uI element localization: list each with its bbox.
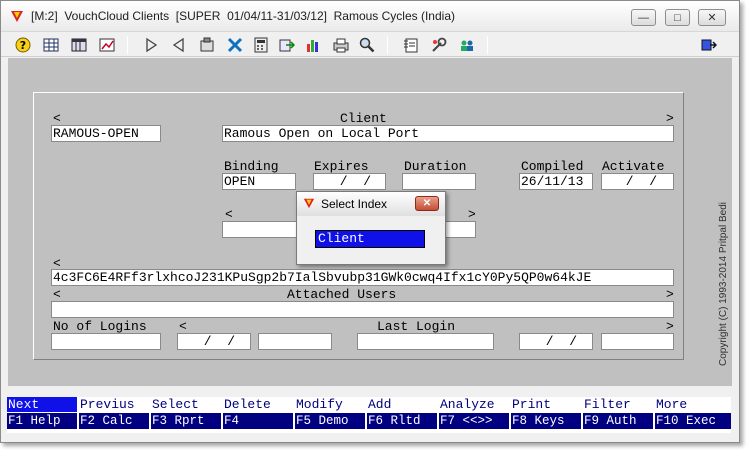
dialog-title: Select Index	[321, 197, 388, 211]
scroll-left-indicator[interactable]: <	[53, 111, 61, 126]
logins-label: No of Logins	[53, 319, 147, 334]
app-logo-icon	[303, 198, 315, 209]
calculator-icon[interactable]	[251, 35, 271, 54]
grid-icon[interactable]	[41, 35, 61, 54]
filter-icon[interactable]	[197, 35, 217, 54]
binding-field[interactable]: OPEN	[222, 173, 296, 190]
activate-label: Activate	[602, 159, 665, 174]
toolbar: ?	[1, 31, 739, 57]
fkey-select[interactable]: Select F3 Rprt	[151, 397, 223, 433]
fkey-more[interactable]: More F10 Exec	[655, 397, 731, 433]
table-icon[interactable]	[69, 35, 89, 54]
fkey-action-label: Analyze	[439, 397, 509, 412]
fkey-print[interactable]: Print F8 Keys	[511, 397, 583, 433]
fkey-shortcut-label: F3 Rprt	[151, 413, 221, 429]
fkey-modify[interactable]: Modify F5 Demo	[295, 397, 367, 433]
attached-users-label: Attached Users	[287, 287, 397, 302]
fkey-action-label: Modify	[295, 397, 365, 412]
client-header-label: Client	[340, 111, 387, 126]
fkey-action-label: Print	[511, 397, 581, 412]
attached-users-field[interactable]	[51, 301, 674, 318]
last-login-time-field[interactable]	[601, 333, 674, 350]
fkey-action-label: More	[655, 397, 731, 412]
exit-icon[interactable]	[699, 35, 719, 54]
fkey-shortcut-label: F6 Rltd	[367, 413, 437, 429]
activate-field[interactable]: / /	[601, 173, 674, 190]
fkey-previous[interactable]: Previus F2 Calc	[79, 397, 151, 433]
fkey-shortcut-label: F1 Help	[7, 413, 77, 429]
last-login-field[interactable]	[357, 333, 494, 350]
dialog-title-bar[interactable]: Select Index ✕	[297, 192, 445, 216]
login-time-field[interactable]	[258, 333, 332, 350]
fkey-shortcut-label: F10 Exec	[655, 413, 731, 429]
binding-label: Binding	[224, 159, 279, 174]
fkey-add[interactable]: Add F6 Rltd	[367, 397, 439, 433]
duration-field[interactable]	[402, 173, 476, 190]
last-login-date-field[interactable]: / /	[519, 333, 593, 350]
fkey-action-label: Previus	[79, 397, 149, 412]
bar-chart-icon[interactable]	[303, 35, 323, 54]
logins-count-field[interactable]	[51, 333, 161, 350]
select-index-dialog: Select Index ✕ Client	[296, 191, 446, 265]
fkey-shortcut-label: F8 Keys	[511, 413, 581, 429]
fkey-filter[interactable]: Filter F9 Auth	[583, 397, 655, 433]
compiled-field[interactable]: 26/11/13	[519, 173, 593, 190]
print-icon[interactable]	[331, 35, 351, 54]
close-icon: ✕	[422, 198, 432, 209]
fkey-delete[interactable]: Delete F4	[223, 397, 295, 433]
fkey-shortcut-label: F5 Demo	[295, 413, 365, 429]
fkey-shortcut-label: F4	[223, 413, 293, 429]
client-name-field[interactable]: Ramous Open on Local Port	[222, 125, 674, 142]
fkey-action-label: Select	[151, 397, 221, 412]
fkey-action-label: Delete	[223, 397, 293, 412]
fkey-shortcut-label: F9 Auth	[583, 413, 653, 429]
title-bar[interactable]: [M:2] VouchCloud Clients [SUPER 01/04/11…	[1, 1, 739, 31]
users-icon[interactable]	[457, 35, 477, 54]
fkey-action-label: Filter	[583, 397, 653, 412]
maximize-button[interactable]: □	[665, 9, 690, 26]
prev-arrow-icon[interactable]	[169, 35, 189, 54]
expires-label: Expires	[314, 159, 369, 174]
scroll-left-indicator-mid[interactable]: <	[225, 207, 233, 222]
users-scroll-left[interactable]: <	[53, 287, 61, 302]
close-icon: ✕	[707, 12, 717, 24]
function-key-bar: Next F1 Help Previus F2 Calc Select F3 Rprt…	[7, 397, 731, 433]
scroll-right-indicator[interactable]: >	[666, 111, 674, 126]
login-date-field[interactable]: / /	[177, 333, 251, 350]
minimize-button[interactable]: —	[631, 9, 656, 26]
settings-icon[interactable]	[429, 35, 449, 54]
close-button[interactable]: ✕	[698, 9, 726, 26]
fkey-next[interactable]: Next F1 Help	[7, 397, 79, 433]
last-login-label: Last Login	[377, 319, 456, 334]
window-title: [M:2] VouchCloud Clients [SUPER 01/04/11…	[31, 9, 455, 23]
fkey-analyze[interactable]: Analyze F7 <<>>	[439, 397, 511, 433]
tools-icon[interactable]	[225, 35, 245, 54]
next-arrow-icon[interactable]	[141, 35, 161, 54]
compiled-label: Compiled	[521, 159, 584, 174]
scroll-right-indicator-mid[interactable]: >	[468, 207, 476, 222]
fkey-action-label: Next	[7, 397, 77, 412]
logins-scroll-right[interactable]: >	[666, 319, 674, 334]
copyright-text: Copyright (C) 1993-2014 Pritpal Bedi	[718, 202, 729, 366]
export-icon[interactable]	[277, 35, 297, 54]
maximize-icon: □	[674, 11, 681, 24]
expires-field[interactable]: / /	[313, 173, 386, 190]
svg-text:?: ?	[20, 39, 26, 52]
chart-icon[interactable]	[97, 35, 117, 54]
app-logo-icon	[11, 11, 23, 22]
fkey-action-label: Add	[367, 397, 437, 412]
fkey-shortcut-label: F7 <<>>	[439, 413, 509, 429]
help-icon[interactable]: ?	[13, 35, 33, 54]
fkey-shortcut-label: F2 Calc	[79, 413, 149, 429]
logins-scroll-left[interactable]: <	[179, 319, 187, 334]
duration-label: Duration	[404, 159, 467, 174]
minimize-icon: —	[638, 11, 649, 24]
client-code-field[interactable]: RAMOUS-OPEN	[51, 125, 161, 142]
dialog-close-button[interactable]: ✕	[415, 196, 439, 211]
users-scroll-right[interactable]: >	[666, 287, 674, 302]
index-option-selected[interactable]: Client	[315, 230, 425, 248]
license-key-field[interactable]: 4c3FC6E4RFf3rlxhcoJ231KPuSgp2b7IalSbvubp…	[51, 269, 674, 286]
notes-icon[interactable]	[401, 35, 421, 54]
search-icon[interactable]	[357, 35, 377, 54]
